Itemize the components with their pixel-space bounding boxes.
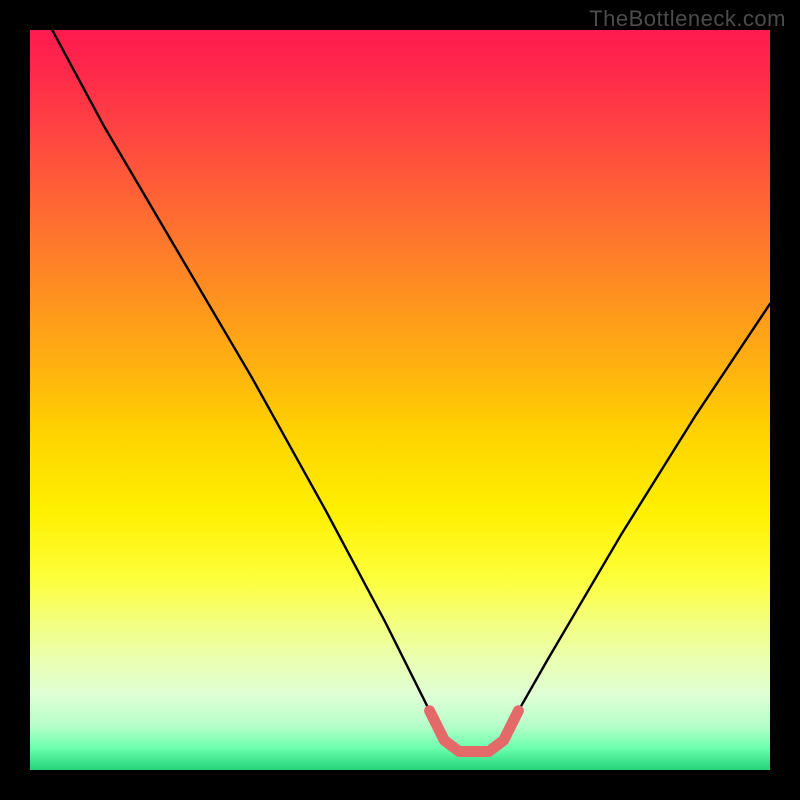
chart-frame: TheBottleneck.com <box>0 0 800 800</box>
bottleneck-curve <box>52 30 770 752</box>
plot-area <box>30 30 770 770</box>
watermark-label: TheBottleneck.com <box>589 6 786 32</box>
trough-marker <box>430 711 519 752</box>
curve-layer <box>30 30 770 770</box>
